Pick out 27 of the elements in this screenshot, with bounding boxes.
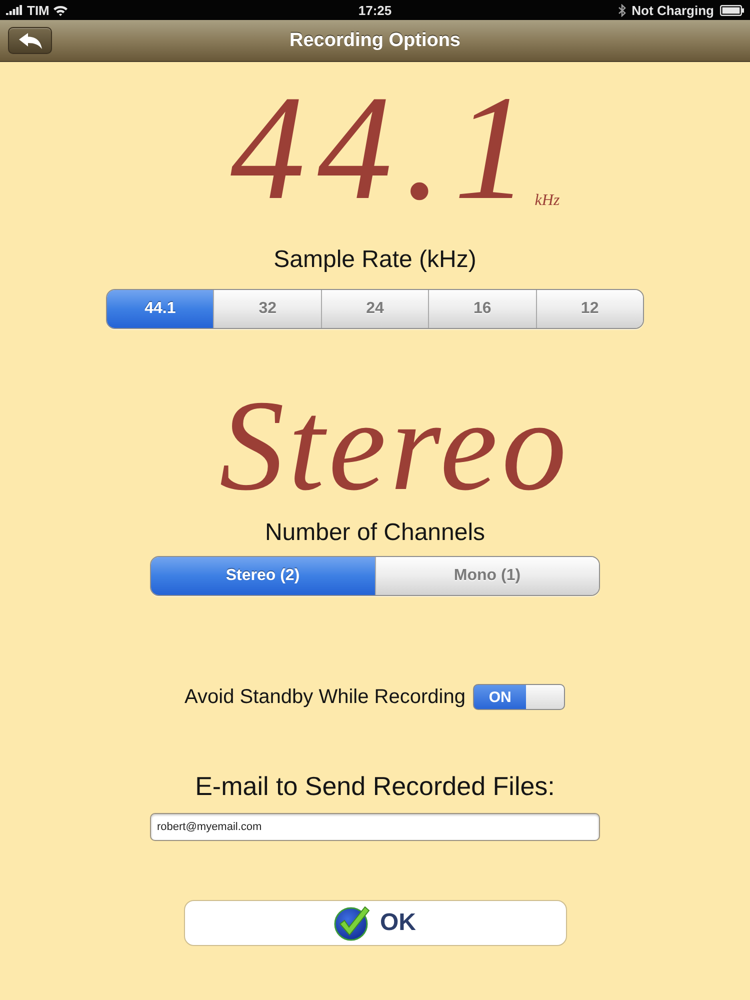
carrier-name: TIM: [27, 2, 50, 18]
check-icon: [334, 905, 370, 941]
clock-time: 17:25: [358, 2, 392, 18]
segment-button[interactable]: 32: [213, 290, 321, 328]
battery-icon: [720, 4, 744, 16]
standby-label: Avoid Standby While Recording: [184, 686, 466, 708]
wifi-icon: [53, 4, 68, 16]
unit-label: kHz: [534, 192, 560, 210]
segment-button[interactable]: Stereo (2): [151, 557, 374, 595]
segment-button[interactable]: 12: [536, 290, 643, 328]
segment-button[interactable]: Mono (1): [374, 557, 599, 595]
email-field[interactable]: robert@myemail.com: [150, 813, 600, 841]
charging-status: Not Charging: [632, 2, 714, 18]
channels-display: Stereo: [219, 381, 571, 511]
segment-button[interactable]: 16: [428, 290, 536, 328]
back-button[interactable]: [8, 27, 52, 54]
toggle-switch[interactable]: ON: [473, 684, 566, 710]
segment-button[interactable]: 24: [320, 290, 428, 328]
channels-label: Number of Channels: [264, 518, 486, 548]
signal-icon: [6, 5, 23, 15]
bluetooth-icon: [618, 4, 626, 16]
segment-button[interactable]: 44.1: [107, 290, 214, 328]
sample-rate-label: Sample Rate (kHz): [274, 245, 476, 275]
curved-arrow-icon: [18, 32, 42, 48]
email-label: E-mail to Send Recorded Files:: [195, 770, 555, 802]
nav-title: Recording Options: [290, 30, 460, 52]
ok-button[interactable]: OK: [184, 900, 566, 946]
